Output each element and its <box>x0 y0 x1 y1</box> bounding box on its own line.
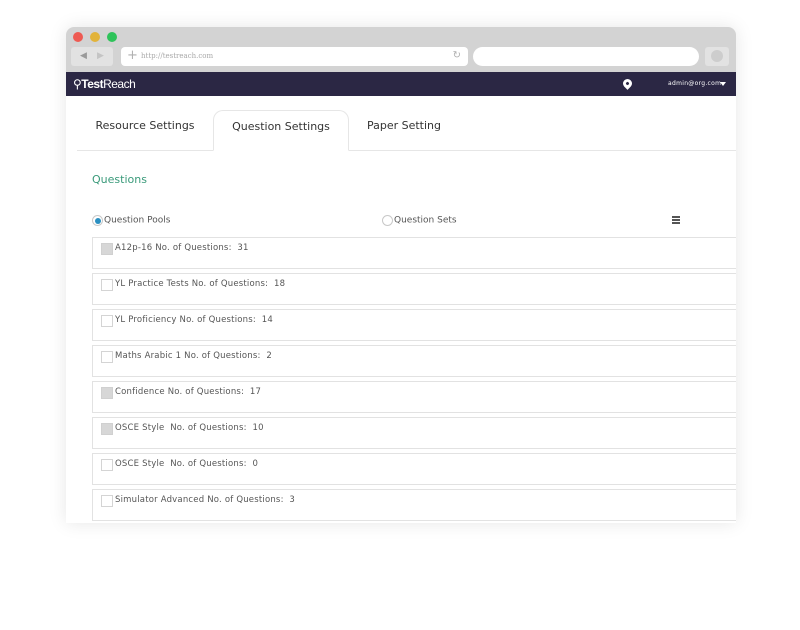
tab-resource-settings[interactable]: Resource Settings <box>77 110 213 150</box>
question-pool-list: A12p-16 No. of Questions: 31 YL Practice… <box>92 237 736 523</box>
forward-arrow-icon[interactable]: ▶ <box>97 51 104 61</box>
checkbox[interactable] <box>101 351 113 363</box>
radio-button-selected[interactable] <box>92 215 103 226</box>
checkbox-disabled <box>101 387 113 399</box>
browser-nav-buttons: ◀ ▶ <box>71 47 113 66</box>
item-label: Confidence No. of Questions: 17 <box>115 387 262 397</box>
browser-window: ◀ ▶ + http://testreach.com ↻ ⚲TestReach … <box>66 27 736 523</box>
list-item: OSCE Style No. of Questions: 10 <box>92 417 736 449</box>
settings-tabs: Resource Settings Question Settings Pape… <box>77 96 736 151</box>
extension-icon <box>711 50 723 62</box>
checkbox[interactable] <box>101 279 113 291</box>
checkbox[interactable] <box>101 459 113 471</box>
chevron-down-icon[interactable] <box>720 82 726 86</box>
checkbox[interactable] <box>101 315 113 327</box>
back-arrow-icon[interactable]: ◀ <box>80 51 87 61</box>
item-label: YL Proficiency No. of Questions: 14 <box>115 315 273 325</box>
list-item: OSCE Style No. of Questions: 0 <box>92 453 736 485</box>
list-item: Simulator Advanced No. of Questions: 3 <box>92 489 736 521</box>
browser-titlebar: ◀ ▶ + http://testreach.com ↻ <box>66 27 736 72</box>
reload-icon[interactable]: ↻ <box>453 50 461 61</box>
radio-button[interactable] <box>382 215 393 226</box>
checkbox[interactable] <box>101 495 113 507</box>
tab-question-settings[interactable]: Question Settings <box>213 110 349 151</box>
url-text: http://testreach.com <box>141 52 214 60</box>
item-label: OSCE Style No. of Questions: 10 <box>115 423 264 433</box>
browser-search-bar[interactable] <box>473 47 699 66</box>
radio-question-sets[interactable]: Question Sets <box>382 215 457 226</box>
list-item: A12p-16 No. of Questions: 31 <box>92 237 736 269</box>
item-label: Maths Arabic 1 No. of Questions: 2 <box>115 351 272 361</box>
user-menu[interactable]: admin@org.com <box>668 80 721 87</box>
logo-text-bold: Test <box>81 77 104 91</box>
radio-question-pools[interactable]: Question Pools <box>92 215 170 226</box>
list-view-icon[interactable] <box>672 216 680 224</box>
radio-label: Question Pools <box>104 215 171 226</box>
list-item: YL Proficiency No. of Questions: 14 <box>92 309 736 341</box>
item-label: A12p-16 No. of Questions: 31 <box>115 243 249 253</box>
radio-label: Question Sets <box>394 215 457 226</box>
help-marker-icon[interactable] <box>621 77 634 90</box>
maximize-window-button[interactable] <box>107 32 117 42</box>
checkbox-disabled <box>101 423 113 435</box>
logo-text-light: Reach <box>103 77 136 91</box>
testreach-logo[interactable]: ⚲TestReach <box>73 77 136 91</box>
plus-icon[interactable]: + <box>127 48 138 63</box>
extension-button[interactable] <box>705 47 729 66</box>
checkbox-disabled <box>101 243 113 255</box>
address-bar[interactable]: + http://testreach.com ↻ <box>121 47 468 66</box>
section-title: Questions <box>92 173 147 186</box>
minimize-window-button[interactable] <box>90 32 100 42</box>
list-item: Maths Arabic 1 No. of Questions: 2 <box>92 345 736 377</box>
list-item: Confidence No. of Questions: 17 <box>92 381 736 413</box>
tab-paper-setting[interactable]: Paper Setting <box>349 110 459 150</box>
item-label: Simulator Advanced No. of Questions: 3 <box>115 495 296 505</box>
app-header: ⚲TestReach admin@org.com <box>66 72 736 96</box>
close-window-button[interactable] <box>73 32 83 42</box>
list-item: YL Practice Tests No. of Questions: 18 <box>92 273 736 305</box>
item-label: OSCE Style No. of Questions: 0 <box>115 459 259 469</box>
item-label: YL Practice Tests No. of Questions: 18 <box>115 279 286 289</box>
